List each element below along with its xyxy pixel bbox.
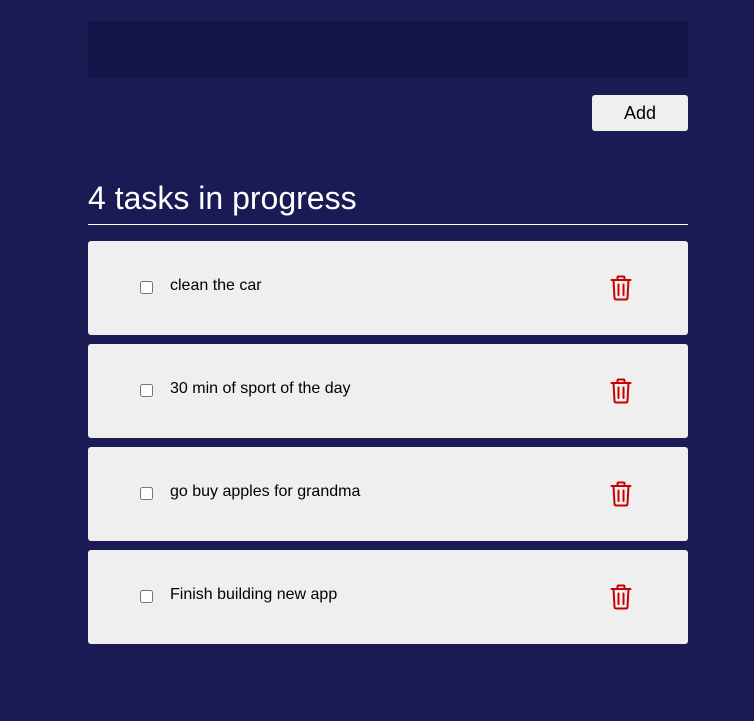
task-item: 30 min of sport of the day xyxy=(88,344,688,438)
trash-icon xyxy=(608,480,634,508)
task-label: clean the car xyxy=(170,277,262,294)
task-label: Finish building new app xyxy=(170,586,338,603)
task-label: 30 min of sport of the day xyxy=(170,380,351,397)
task-item: clean the car xyxy=(88,241,688,335)
trash-icon xyxy=(608,583,634,611)
add-button[interactable]: Add xyxy=(592,95,688,131)
task-item: go buy apples for grandma xyxy=(88,447,688,541)
task-checkbox[interactable] xyxy=(140,487,153,500)
task-checkbox[interactable] xyxy=(140,384,153,397)
task-item: Finish building new app xyxy=(88,550,688,644)
delete-button[interactable] xyxy=(608,377,634,405)
delete-button[interactable] xyxy=(608,274,634,302)
delete-button[interactable] xyxy=(608,583,634,611)
todo-app: Add 4 tasks in progress clean the car 30… xyxy=(88,21,688,653)
trash-icon xyxy=(608,274,634,302)
add-row: Add xyxy=(88,95,688,131)
new-task-input[interactable] xyxy=(88,21,688,78)
task-list: clean the car 30 min of sport of the day… xyxy=(88,241,688,644)
tasks-heading: 4 tasks in progress xyxy=(88,180,357,216)
divider xyxy=(88,224,688,225)
task-checkbox[interactable] xyxy=(140,281,153,294)
trash-icon xyxy=(608,377,634,405)
task-label: go buy apples for grandma xyxy=(170,483,361,500)
delete-button[interactable] xyxy=(608,480,634,508)
task-checkbox[interactable] xyxy=(140,590,153,603)
